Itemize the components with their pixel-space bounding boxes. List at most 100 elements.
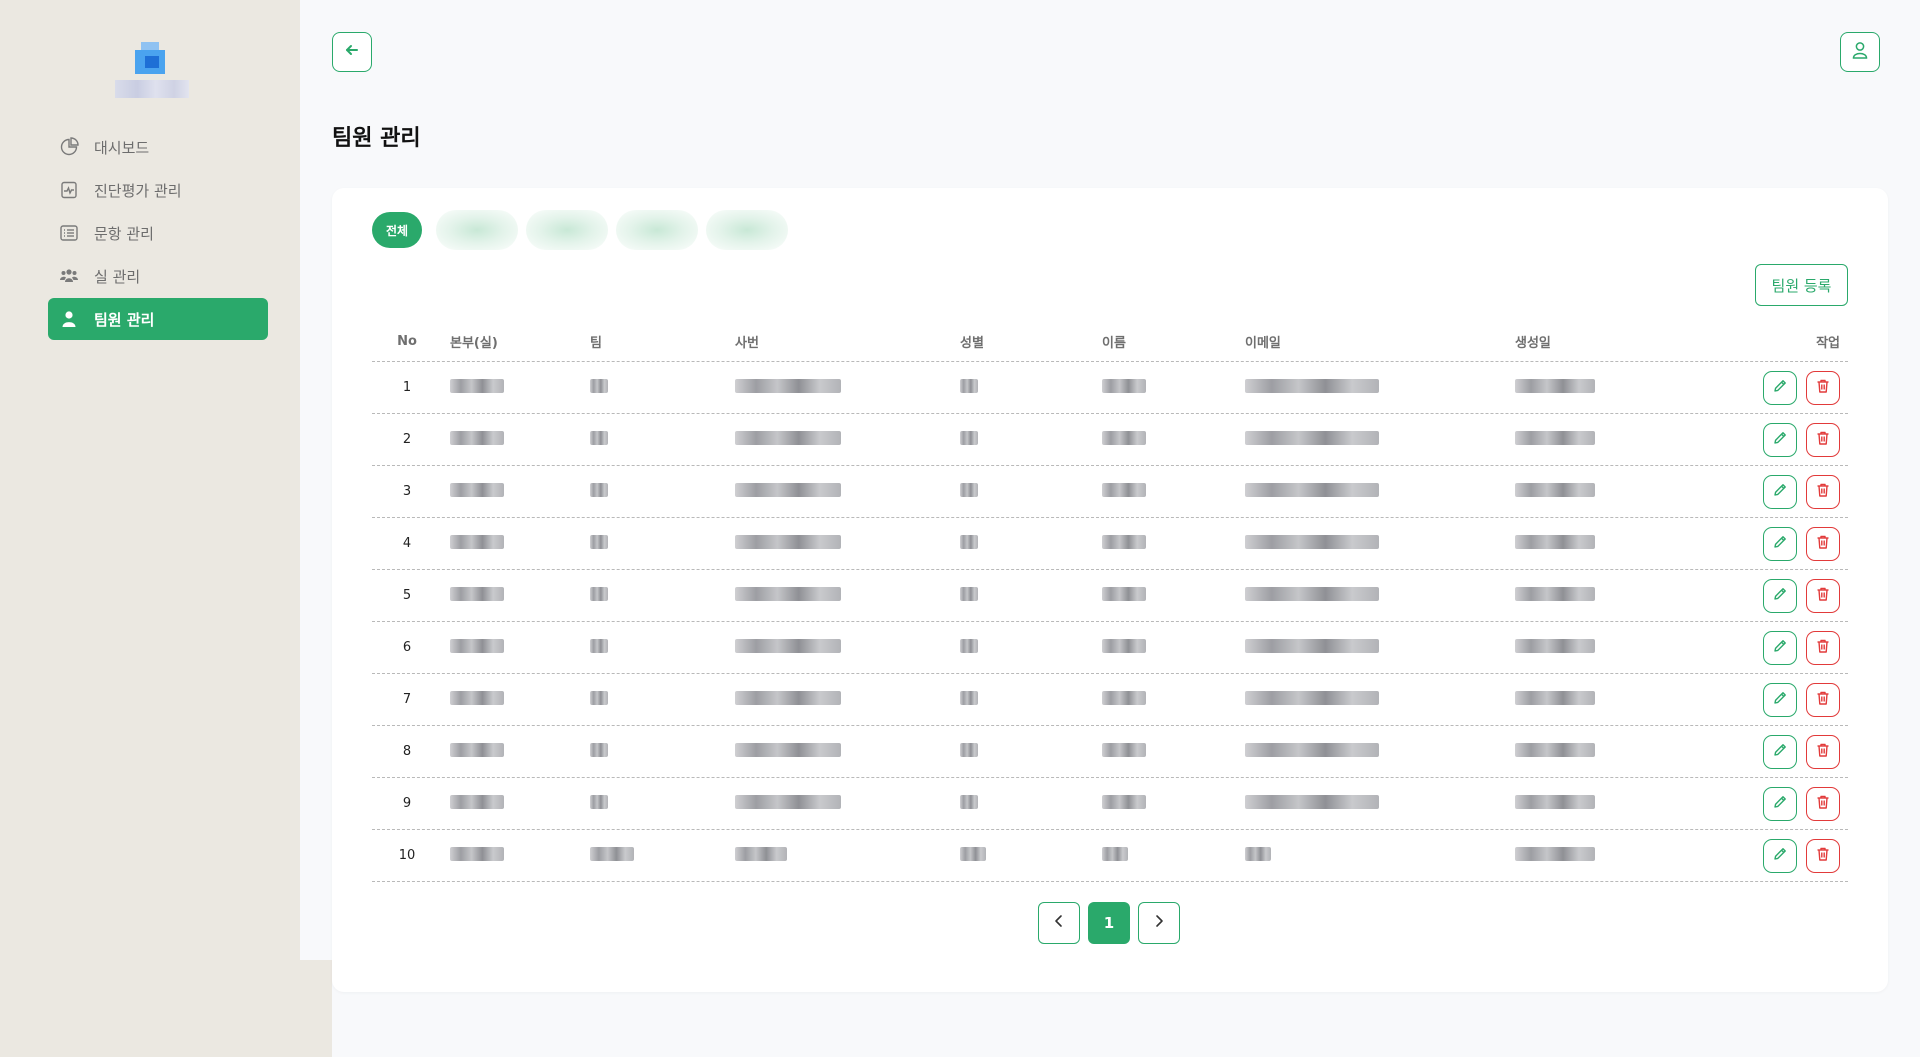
cell-actions — [1697, 682, 1848, 717]
pencil-icon — [1772, 586, 1788, 606]
table-row: 1 — [372, 362, 1848, 414]
chevron-left-icon — [1052, 914, 1066, 932]
pencil-icon — [1772, 794, 1788, 814]
cell-email — [1237, 534, 1507, 553]
sidebar-item-rooms[interactable]: 실 관리 — [48, 255, 268, 297]
edit-button[interactable] — [1763, 838, 1797, 873]
cell-dept — [442, 638, 582, 657]
pencil-icon — [1772, 742, 1788, 762]
trash-icon — [1815, 430, 1831, 450]
page-button-current[interactable]: 1 — [1088, 902, 1130, 944]
cell-created — [1507, 690, 1697, 709]
edit-button[interactable] — [1763, 578, 1797, 613]
cell-dept — [442, 586, 582, 605]
sidebar-item-dashboard[interactable]: 대시보드 — [48, 126, 268, 168]
pencil-icon — [1772, 482, 1788, 502]
cell-email — [1237, 690, 1507, 709]
cell-dept — [442, 534, 582, 553]
sidebar-item-label: 실 관리 — [94, 267, 141, 286]
cell-email — [1237, 742, 1507, 761]
cell-created — [1507, 430, 1697, 449]
logo[interactable] — [115, 42, 189, 100]
delete-button[interactable] — [1806, 422, 1840, 457]
cell-no: 9 — [402, 796, 412, 811]
cell-created — [1507, 534, 1697, 553]
column-header-no: No — [397, 334, 417, 349]
cell-email — [1237, 794, 1507, 813]
cell-created — [1507, 378, 1697, 397]
trash-icon — [1815, 794, 1831, 814]
sidebar-item-members[interactable]: 팀원 관리 — [48, 298, 268, 340]
cell-team — [582, 586, 727, 605]
delete-button[interactable] — [1806, 370, 1840, 405]
cell-gender — [952, 430, 1094, 449]
edit-button[interactable] — [1763, 370, 1797, 405]
cell-email — [1237, 378, 1507, 397]
filter-tab[interactable] — [616, 210, 699, 250]
delete-button[interactable] — [1806, 630, 1840, 665]
cell-gender — [952, 638, 1094, 657]
edit-button[interactable] — [1763, 474, 1797, 509]
table-row: 3 — [372, 466, 1848, 518]
edit-button[interactable] — [1763, 630, 1797, 665]
edit-button[interactable] — [1763, 682, 1797, 717]
cell-created — [1507, 482, 1697, 501]
pie-chart-icon — [58, 136, 80, 158]
cell-created — [1507, 638, 1697, 657]
pencil-icon — [1772, 378, 1788, 398]
trash-icon — [1815, 742, 1831, 762]
members-card: 전체 팀원 등록 No 본부(실) 팀 사번 성별 이름 이메일 생성일 작업 … — [332, 188, 1888, 992]
sidebar-item-questions[interactable]: 문항 관리 — [48, 212, 268, 254]
back-button[interactable] — [332, 32, 372, 72]
next-page-button[interactable] — [1138, 902, 1180, 944]
cell-actions — [1697, 526, 1848, 561]
filter-tab-all[interactable]: 전체 — [372, 212, 423, 248]
cell-team — [582, 794, 727, 813]
column-header-gender: 성별 — [960, 336, 984, 351]
column-header-email: 이메일 — [1245, 336, 1281, 351]
sidebar-item-diagnosis[interactable]: 진단평가 관리 — [48, 169, 268, 211]
delete-button[interactable] — [1806, 474, 1840, 509]
cell-dept — [442, 482, 582, 501]
cell-gender — [952, 586, 1094, 605]
delete-button[interactable] — [1806, 526, 1840, 561]
delete-button[interactable] — [1806, 734, 1840, 769]
filter-tab[interactable] — [526, 210, 609, 250]
page-title: 팀원 관리 — [332, 126, 421, 151]
filter-tab[interactable] — [436, 210, 519, 250]
cell-email — [1237, 638, 1507, 657]
delete-button[interactable] — [1806, 578, 1840, 613]
filter-tab[interactable] — [706, 210, 789, 250]
cell-gender — [952, 846, 1094, 865]
edit-button[interactable] — [1763, 526, 1797, 561]
table-row: 5 — [372, 570, 1848, 622]
cell-employee-id — [727, 794, 952, 813]
trash-icon — [1815, 378, 1831, 398]
sidebar-item-label: 문항 관리 — [94, 224, 154, 243]
delete-button[interactable] — [1806, 682, 1840, 717]
edit-button[interactable] — [1763, 734, 1797, 769]
delete-button[interactable] — [1806, 786, 1840, 821]
delete-button[interactable] — [1806, 838, 1840, 873]
cell-name — [1094, 378, 1237, 397]
table-row: 4 — [372, 518, 1848, 570]
edit-button[interactable] — [1763, 786, 1797, 821]
prev-page-button[interactable] — [1038, 902, 1080, 944]
cell-team — [582, 534, 727, 553]
filter-tabs: 전체 — [372, 210, 796, 250]
cell-no: 2 — [402, 432, 412, 447]
edit-button[interactable] — [1763, 422, 1797, 457]
pencil-icon — [1772, 846, 1788, 866]
pagination: 1 — [1038, 902, 1188, 944]
column-header-dept: 본부(실) — [450, 336, 498, 351]
cell-employee-id — [727, 742, 952, 761]
register-member-button[interactable]: 팀원 등록 — [1755, 264, 1848, 306]
cell-no: 4 — [402, 536, 412, 551]
cell-employee-id — [727, 378, 952, 397]
cell-actions — [1697, 422, 1848, 457]
table-row: 2 — [372, 414, 1848, 466]
user-profile-button[interactable] — [1840, 32, 1880, 72]
pencil-icon — [1772, 638, 1788, 658]
cell-actions — [1697, 786, 1848, 821]
pencil-icon — [1772, 534, 1788, 554]
